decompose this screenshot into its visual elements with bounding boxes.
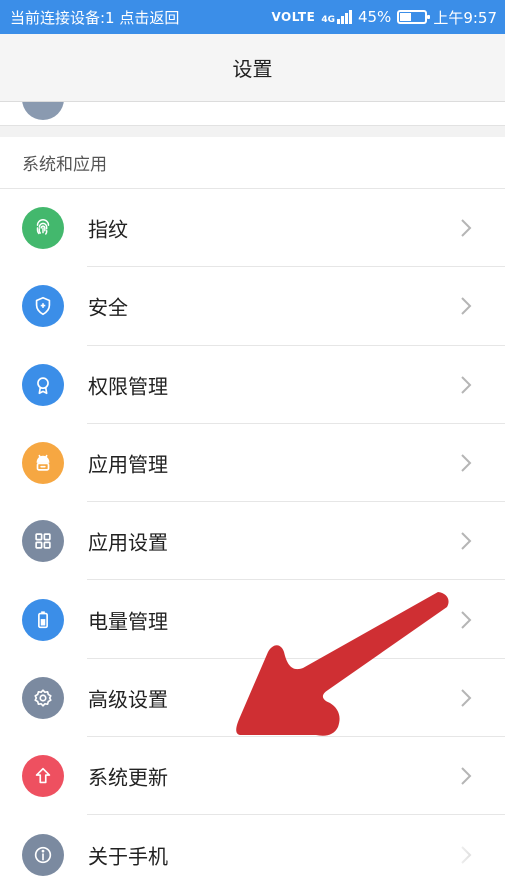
settings-item-security[interactable]: 安全 [0,267,505,346]
settings-item-label: 指纹 [88,217,128,242]
settings-item-label: 高级设置 [88,687,168,712]
shield-icon [22,285,64,328]
chevron-right-icon [461,689,472,707]
network-type: 4G [321,14,335,25]
settings-item-label: 系统更新 [88,765,168,790]
section-title: 系统和应用 [22,155,107,175]
settings-item-system-update[interactable]: 系统更新 [0,737,505,816]
chevron-right-icon [461,376,472,394]
chevron-right-icon [461,767,472,785]
settings-item-label: 安全 [88,295,128,320]
connected-device-notice[interactable]: 当前连接设备:1 点击返回 [10,7,271,28]
grid-icon [22,520,64,563]
badge-icon [22,363,64,406]
chevron-right-icon [461,454,472,472]
battery-icon [22,598,64,641]
settings-item-label: 权限管理 [88,374,168,399]
settings-item-advanced[interactable]: 高级设置 [0,659,505,738]
settings-item-power[interactable]: 电量管理 [0,580,505,659]
title-bar: 设置 [0,34,505,102]
clock: 上午9:57 [433,8,497,27]
fingerprint-icon [22,207,64,250]
status-indicators: VOLTE 4G 45% 上午9:57 [271,7,497,28]
page-title: 设置 [232,57,273,81]
status-bar: 当前连接设备:1 点击返回 VOLTE 4G 45% 上午9:57 [0,0,505,34]
chevron-right-icon [461,219,472,237]
previous-card-edge [0,78,505,126]
battery-percent: 45% [357,8,392,26]
chevron-right-icon [461,297,472,316]
settings-item-label: 应用管理 [88,452,168,477]
chevron-right-icon [461,532,472,551]
settings-item-app-settings[interactable]: 应用设置 [0,502,505,581]
settings-list: 指纹 安全 权限管理 应用管理 应用设置 电量管理 高级设置 系统更新 关于手机 [0,189,505,884]
info-icon [22,833,64,876]
settings-item-fingerprint[interactable]: 指纹 [0,189,505,268]
signal-icon [336,10,352,24]
chevron-right-icon [461,610,472,629]
section-header: 系统和应用 [0,137,505,189]
android-icon [22,442,64,485]
settings-item-label: 应用设置 [88,530,168,555]
settings-item-app-management[interactable]: 应用管理 [0,424,505,503]
settings-item-permissions[interactable]: 权限管理 [0,346,505,424]
battery-level [400,13,412,21]
upgrade-arrow-icon [22,755,64,798]
battery-icon [397,10,431,24]
blurred-patch [378,836,480,884]
settings-item-label: 电量管理 [88,609,168,634]
gear-icon [22,676,64,719]
settings-item-label: 关于手机 [88,844,168,869]
volte-indicator: VOLTE [271,10,316,24]
